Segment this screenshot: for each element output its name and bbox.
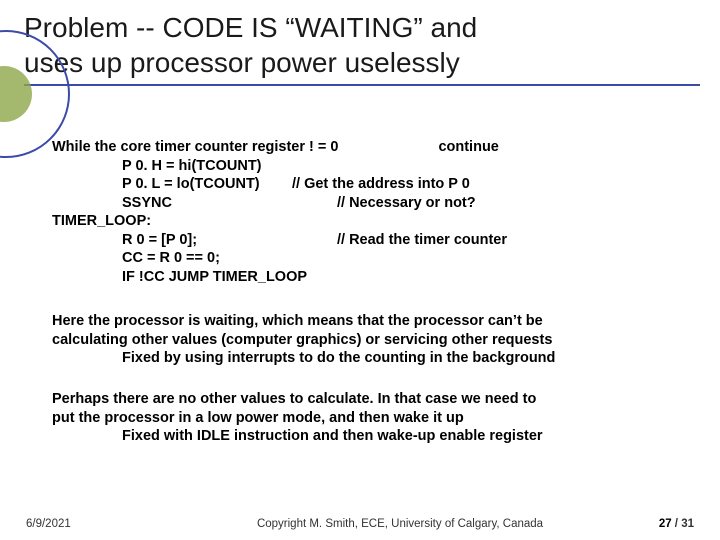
code-line: IF !CC JUMP TIMER_LOOP [52, 268, 694, 287]
code-line: SSYNC // Necessary or not? [52, 194, 694, 213]
code-text: P 0. L = lo(TCOUNT) [122, 176, 260, 192]
code-text: continue [438, 139, 498, 155]
para-subline: Fixed by using interrupts to do the coun… [52, 349, 694, 368]
title-line-1: Problem -- CODE IS “WAITING” and [24, 12, 477, 43]
footer-date: 6/9/2021 [26, 518, 186, 530]
slide-footer: 6/9/2021 Copyright M. Smith, ECE, Univer… [0, 518, 720, 530]
para-line: Perhaps there are no other values to cal… [52, 391, 536, 407]
code-line: CC = R 0 == 0; [52, 249, 694, 268]
code-comment: // Read the timer counter [337, 232, 507, 248]
code-text: SSYNC [122, 195, 172, 211]
para-line: calculating other values (computer graph… [52, 332, 552, 348]
title-underline [24, 84, 700, 86]
para-line: Here the processor is waiting, which mea… [52, 313, 543, 329]
page-current: 27 [659, 518, 672, 530]
para-line: put the processor in a low power mode, a… [52, 410, 464, 426]
page-total: 31 [681, 518, 694, 530]
page-sep: / [672, 518, 682, 530]
code-text: R 0 = [P 0]; [122, 232, 197, 248]
code-comment: // Necessary or not? [337, 195, 476, 211]
paragraph-1: Here the processor is waiting, which mea… [52, 312, 694, 368]
title-line-2: uses up processor power uselessly [24, 47, 460, 78]
code-comment: // Get the address into P 0 [292, 176, 470, 192]
code-text: P 0. H = hi(TCOUNT) [122, 158, 262, 174]
slide-title-area: Problem -- CODE IS “WAITING” and uses up… [0, 0, 720, 92]
code-text: CC = R 0 == 0; [122, 250, 220, 266]
code-line: P 0. H = hi(TCOUNT) [52, 157, 694, 176]
slide-title: Problem -- CODE IS “WAITING” and uses up… [24, 10, 700, 80]
code-line: While the core timer counter register ! … [52, 138, 694, 157]
paragraph-2: Perhaps there are no other values to cal… [52, 390, 694, 446]
footer-copyright: Copyright M. Smith, ECE, University of C… [186, 518, 614, 530]
code-block: While the core timer counter register ! … [52, 138, 694, 286]
code-line: P 0. L = lo(TCOUNT) // Get the address in… [52, 175, 694, 194]
code-text: While the core timer counter register ! … [52, 139, 338, 155]
para-subline: Fixed with IDLE instruction and then wak… [52, 427, 694, 446]
code-line: R 0 = [P 0]; // Read the timer counter [52, 231, 694, 250]
slide-body: While the core timer counter register ! … [0, 92, 720, 446]
footer-page: 27 / 31 [614, 518, 694, 530]
code-label: TIMER_LOOP: [52, 213, 151, 229]
code-text: IF !CC JUMP TIMER_LOOP [122, 269, 307, 285]
code-line: TIMER_LOOP: [52, 212, 694, 231]
